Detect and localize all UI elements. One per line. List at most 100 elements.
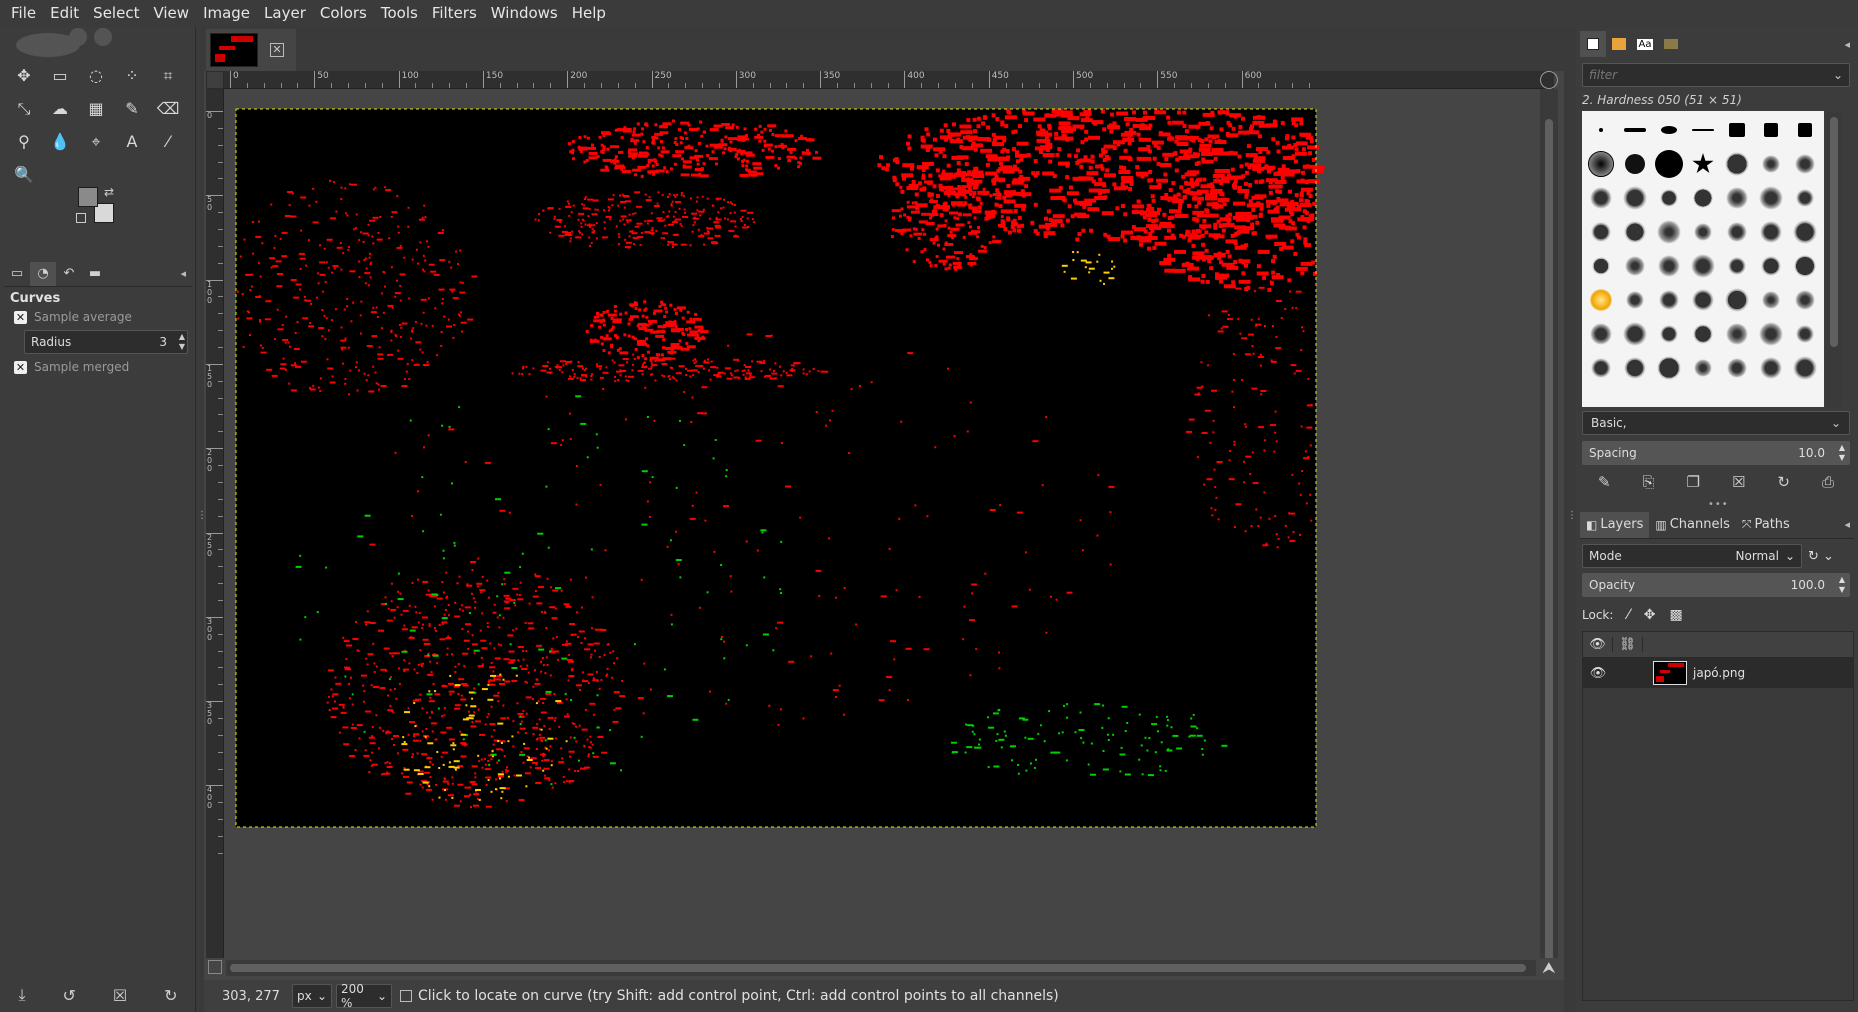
tab-menu-icon[interactable]: ◂ (1844, 518, 1850, 531)
menu-image[interactable]: Image (196, 0, 257, 27)
new-brush-icon[interactable]: ⎘ (1643, 473, 1655, 491)
brush-item[interactable] (1788, 283, 1822, 317)
brush-item[interactable] (1788, 147, 1822, 181)
radius-spinner-icon[interactable]: ▲ ▼ (179, 332, 185, 352)
brush-item[interactable] (1720, 181, 1754, 215)
menu-filters[interactable]: Filters (425, 0, 484, 27)
brush-item[interactable] (1788, 113, 1822, 147)
brush-item[interactable] (1754, 181, 1788, 215)
unit-select[interactable]: px ⌄ (292, 984, 332, 1008)
unified-transform-tool-icon[interactable]: ⤡ (6, 92, 42, 125)
brush-item[interactable] (1720, 113, 1754, 147)
tab-paths[interactable]: ⤧ Paths (1736, 512, 1796, 538)
brush-grid[interactable] (1582, 111, 1824, 407)
lock-position-icon[interactable]: ✥ (1644, 607, 1656, 623)
brush-item[interactable] (1720, 351, 1754, 385)
bucket-fill-tool-icon[interactable]: ▦ (78, 92, 114, 125)
brush-item[interactable] (1584, 215, 1618, 249)
brush-item[interactable] (1754, 351, 1788, 385)
brush-item[interactable] (1652, 215, 1686, 249)
brush-item[interactable] (1754, 317, 1788, 351)
brush-item[interactable] (1720, 147, 1754, 181)
layer-name[interactable]: japó.png (1693, 666, 1745, 680)
ruler-corner[interactable] (206, 71, 224, 89)
tab-brushes[interactable] (1580, 31, 1606, 57)
brush-item[interactable] (1788, 249, 1822, 283)
color-picker-tool-icon[interactable]: ⁄ (150, 125, 186, 158)
spacing-value[interactable]: 10.0 (1798, 442, 1825, 464)
brush-item[interactable] (1720, 215, 1754, 249)
sample-average-option[interactable]: ✕ Sample average (14, 310, 186, 324)
menu-windows[interactable]: Windows (484, 0, 565, 27)
brush-item[interactable] (1686, 249, 1720, 283)
brush-item[interactable] (1720, 249, 1754, 283)
brush-item[interactable] (1618, 249, 1652, 283)
tab-patterns[interactable] (1606, 31, 1632, 57)
brush-scrollbar-thumb[interactable] (1830, 117, 1838, 347)
opacity-field[interactable]: Opacity 100.0 ▲ ▼ (1582, 573, 1850, 597)
open-brush-icon[interactable]: ⎙ (1822, 473, 1834, 491)
eraser-tool-icon[interactable]: ⌫ (150, 92, 186, 125)
horizontal-scrollbar[interactable] (226, 960, 1536, 976)
sample-merged-option[interactable]: ✕ Sample merged (14, 360, 186, 374)
paintbrush-tool-icon[interactable]: ✎ (114, 92, 150, 125)
chain-header-icon[interactable]: ⛓ (1613, 637, 1643, 652)
tab-undo-history[interactable]: ↶ (56, 262, 82, 286)
canvas-area[interactable] (224, 89, 1540, 989)
brush-item[interactable] (1788, 181, 1822, 215)
reset-options-icon[interactable]: ↻ (164, 986, 177, 1005)
menu-file[interactable]: File (4, 0, 43, 27)
restore-options-icon[interactable]: ↺ (62, 986, 75, 1005)
zoom-tool-icon[interactable]: 🔍 (6, 158, 42, 191)
brush-item[interactable] (1652, 249, 1686, 283)
rect-select-tool-icon[interactable]: ▭ (42, 59, 78, 92)
brush-item[interactable] (1686, 351, 1720, 385)
text-tool-icon[interactable]: A (114, 125, 150, 158)
paths-tool-icon[interactable]: ⌖ (78, 125, 114, 158)
menu-edit[interactable]: Edit (43, 0, 86, 27)
brush-item[interactable] (1788, 317, 1822, 351)
swap-colors-icon[interactable]: ⇄ (104, 185, 114, 199)
brush-item[interactable] (1584, 283, 1618, 317)
chevron-down-icon[interactable]: ⌄ (1833, 64, 1843, 86)
brush-item[interactable] (1618, 181, 1652, 215)
brush-item[interactable] (1618, 147, 1652, 181)
fuzzy-select-tool-icon[interactable]: ⁘ (114, 59, 150, 92)
brush-item[interactable] (1618, 283, 1652, 317)
brush-scrollbar[interactable] (1826, 111, 1842, 407)
horizontal-ruler[interactable]: 0 50 100 150 200 250 300 350 400 450 500 550 600 (224, 71, 1554, 89)
vertical-scrollbar-thumb[interactable] (1545, 119, 1553, 1004)
image-canvas[interactable] (224, 89, 1540, 989)
brush-item[interactable] (1720, 283, 1754, 317)
brush-item[interactable] (1788, 215, 1822, 249)
brush-item[interactable] (1686, 113, 1720, 147)
brush-item[interactable] (1652, 317, 1686, 351)
composite-mode-icon[interactable]: ↻ ⌄ (1808, 549, 1834, 564)
clone-tool-icon[interactable]: ⚲ (6, 125, 42, 158)
brush-item[interactable] (1584, 181, 1618, 215)
checkbox-icon[interactable]: ✕ (14, 360, 27, 374)
quick-mask-icon[interactable] (208, 960, 222, 974)
brush-item[interactable] (1686, 215, 1720, 249)
tab-images[interactable]: ▬ (82, 262, 108, 286)
brush-item[interactable] (1754, 147, 1788, 181)
layer-row[interactable]: 👁 japó.png (1583, 658, 1853, 688)
brush-item[interactable] (1618, 215, 1652, 249)
lock-alpha-icon[interactable]: ▩ (1669, 607, 1682, 623)
menu-view[interactable]: View (146, 0, 196, 27)
brush-item[interactable] (1618, 351, 1652, 385)
menu-select[interactable]: Select (86, 0, 146, 27)
smudge-tool-icon[interactable]: 💧 (42, 125, 78, 158)
image-tab[interactable]: ✕ (206, 29, 296, 71)
menu-help[interactable]: Help (565, 0, 613, 27)
brush-item[interactable] (1686, 147, 1720, 181)
brush-item[interactable] (1652, 181, 1686, 215)
brush-filter-input[interactable]: filter ⌄ (1582, 63, 1850, 87)
spacing-field[interactable]: Spacing 10.0 ▲ ▼ (1582, 441, 1850, 465)
tab-channels[interactable]: ▥ Channels (1649, 512, 1736, 538)
move-tool-icon[interactable]: ✥ (6, 59, 42, 92)
default-colors-icon[interactable] (76, 213, 86, 223)
radius-field[interactable]: Radius 3 ▲ ▼ (24, 330, 188, 354)
foreground-color-swatch[interactable] (78, 187, 98, 207)
radius-value[interactable]: 3 (159, 335, 167, 349)
